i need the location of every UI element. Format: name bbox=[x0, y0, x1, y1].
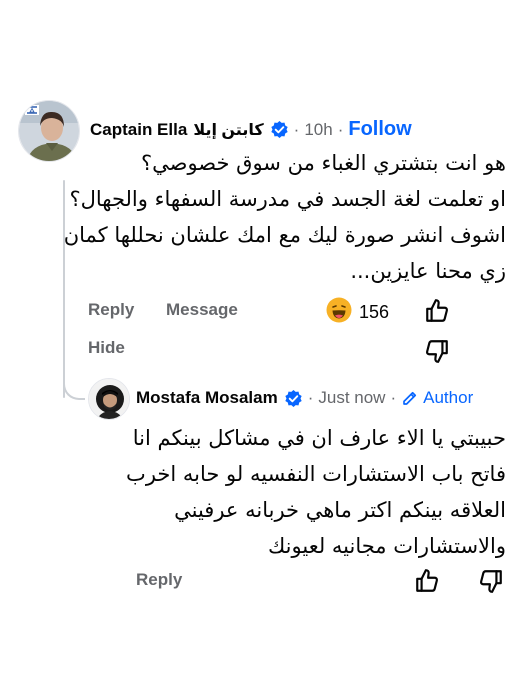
separator-dot: · bbox=[337, 119, 344, 139]
separator-dot: · bbox=[307, 388, 314, 407]
thumbs-down-icon[interactable] bbox=[424, 338, 450, 369]
comment-author-name[interactable]: Captain Ella bbox=[90, 120, 187, 140]
hide-button[interactable]: Hide bbox=[88, 338, 125, 358]
comment-header: Captain Ella كابتن إيلا · 10h · Follow bbox=[90, 118, 412, 141]
author-badge: Author bbox=[401, 388, 473, 408]
comment-text-line: زي محنا عايزين... bbox=[350, 259, 506, 283]
comment-author-name-arabic[interactable]: كابتن إيلا bbox=[193, 120, 263, 140]
message-button[interactable]: Message bbox=[166, 300, 238, 320]
verified-badge-icon bbox=[284, 389, 303, 408]
thumbs-down-icon[interactable] bbox=[478, 568, 504, 599]
commenter-avatar[interactable] bbox=[18, 100, 80, 162]
follow-button[interactable]: Follow bbox=[348, 118, 411, 141]
thumbs-up-icon[interactable] bbox=[414, 568, 440, 599]
thread-line bbox=[63, 180, 65, 398]
pencil-icon bbox=[403, 391, 417, 405]
reply-button[interactable]: Reply bbox=[136, 570, 182, 590]
verified-badge-icon bbox=[270, 120, 289, 139]
separator-dot: · bbox=[390, 388, 397, 407]
comment-text: هو انت بتشتري الغباء من سوق خصوصي؟ او تع… bbox=[63, 145, 507, 289]
reply-timestamp[interactable]: Just now bbox=[318, 388, 385, 408]
comment-text-line: اشوف انشر صورة ليك مع امك علشان نحللها ك… bbox=[63, 223, 506, 247]
reply-button[interactable]: Reply bbox=[88, 300, 134, 320]
thread-connector bbox=[63, 378, 85, 400]
reply-author-name[interactable]: Mostafa Mosalam bbox=[136, 388, 278, 408]
reaction-count: 156 bbox=[359, 302, 390, 322]
separator-dot: · bbox=[293, 119, 300, 139]
reply-text-line: والاستشارات مجانيه لعيونك bbox=[267, 534, 506, 558]
comment-timestamp[interactable]: 10h bbox=[304, 120, 332, 140]
reply-author-avatar[interactable] bbox=[88, 378, 130, 420]
reply-text-line: العلاقه بينكم اكتر ماهي خربانه عرفيني bbox=[174, 498, 506, 522]
comment-text-line: هو انت بتشتري الغباء من سوق خصوصي؟ bbox=[140, 151, 506, 175]
author-badge-label: Author bbox=[423, 388, 474, 407]
haha-emoji-icon bbox=[326, 297, 352, 328]
reaction-summary[interactable]: 156 bbox=[326, 297, 389, 328]
reply-text-line: فاتح باب الاستشارات النفسيه لو حابه اخرب bbox=[126, 462, 506, 486]
comment-text-line: او تعلمت لغة الجسد في مدرسة السفهاء والج… bbox=[69, 187, 507, 211]
reply-text: حبيبتي يا الاء عارف ان في مشاكل بينكم ان… bbox=[126, 420, 506, 564]
reply-header: Mostafa Mosalam · Just now · Author bbox=[136, 388, 473, 408]
reply-text-line: حبيبتي يا الاء عارف ان في مشاكل بينكم ان… bbox=[132, 426, 506, 450]
thumbs-up-icon[interactable] bbox=[424, 298, 450, 329]
